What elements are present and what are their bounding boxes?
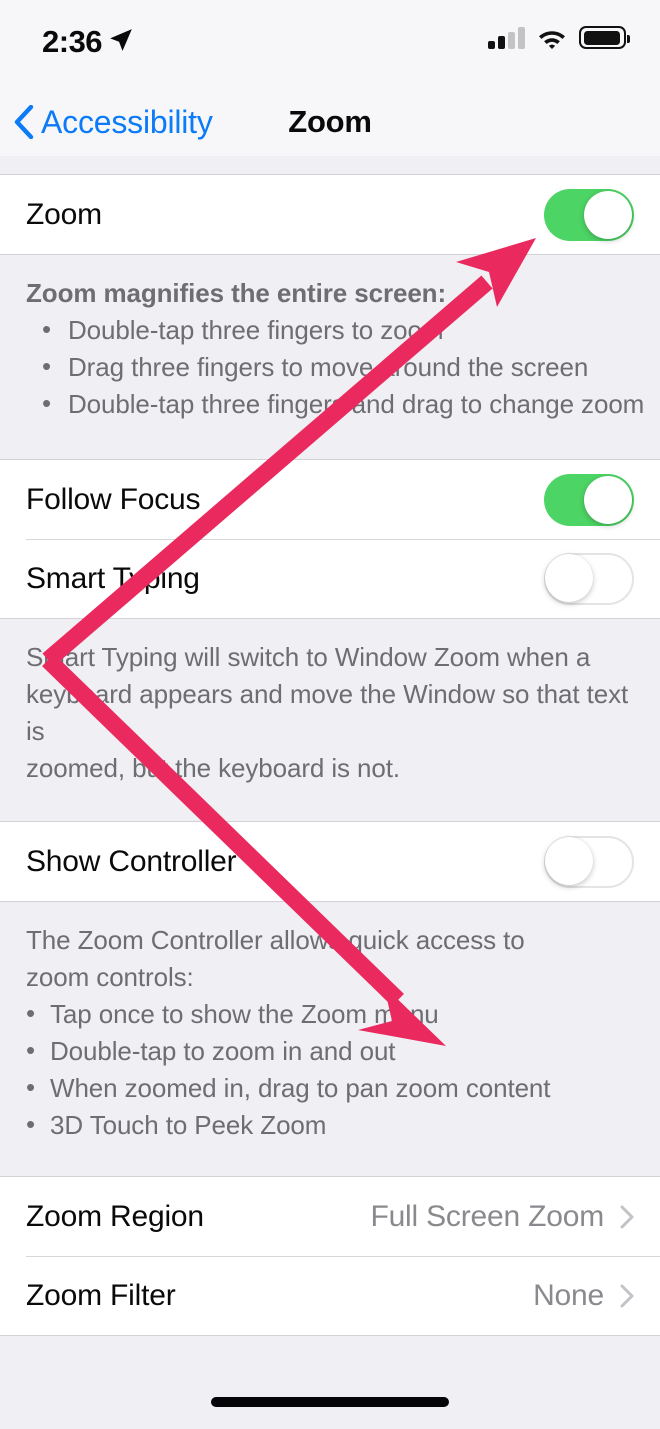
status-bar-indicators — [488, 26, 630, 49]
zoom-group: Zoom — [0, 174, 660, 255]
battery-icon — [579, 26, 630, 49]
chevron-right-icon — [620, 1284, 634, 1307]
controller-group: Show Controller — [0, 821, 660, 902]
location-arrow-icon — [110, 29, 132, 51]
footer-line: zoomed, but the keyboard is not. — [26, 753, 401, 783]
row-zoom[interactable]: Zoom — [0, 175, 660, 254]
home-indicator[interactable] — [211, 1397, 449, 1407]
row-smart-typing-label: Smart Typing — [26, 561, 200, 595]
page-title: Zoom — [288, 104, 372, 139]
list-item: Drag three fingers to move around the sc… — [26, 348, 634, 386]
show-controller-toggle[interactable] — [544, 835, 634, 888]
home-indicator-area — [0, 1361, 660, 1429]
toggle-knob — [545, 836, 593, 885]
list-item: Double-tap three fingers and drag to cha… — [26, 385, 644, 423]
list-item: When zoomed in, drag to pan zoom content — [26, 1069, 634, 1107]
row-zoom-region-value: Full Screen Zoom — [370, 1199, 604, 1233]
toggle-knob — [545, 553, 593, 602]
footer-line: zoom controls: — [26, 962, 194, 992]
group-gap — [0, 445, 660, 459]
row-zoom-filter[interactable]: Zoom Filter None — [0, 1256, 660, 1335]
toggle-knob — [584, 190, 632, 239]
zoom-footer: Zoom magnifies the entire screen: Double… — [0, 255, 660, 445]
settings-content: Zoom Zoom magnifies the entire screen: D… — [0, 156, 660, 1429]
group-gap — [0, 809, 660, 821]
smart-typing-footer: Smart Typing will switch to Window Zoom … — [0, 619, 660, 809]
focus-group: Follow Focus Smart Typing — [0, 459, 660, 619]
row-follow-focus[interactable]: Follow Focus — [0, 460, 660, 539]
list-item: 3D Touch to Peek Zoom — [26, 1106, 634, 1144]
chevron-right-icon — [620, 1205, 634, 1228]
follow-focus-toggle[interactable] — [544, 473, 634, 526]
iphone-screen: 2:36 Accessibility Zoom Zoom Zoom magnif… — [0, 0, 660, 1429]
zoom-toggle[interactable] — [544, 188, 634, 241]
row-show-controller[interactable]: Show Controller — [0, 822, 660, 901]
row-zoom-region-label: Zoom Region — [26, 1199, 204, 1233]
zoom-footer-lead: Zoom magnifies the entire screen: — [26, 278, 447, 308]
row-follow-focus-label: Follow Focus — [26, 482, 201, 516]
footer-line: Smart Typing will switch to Window Zoom … — [26, 642, 591, 672]
row-zoom-filter-value: None — [533, 1278, 604, 1312]
navigation-bar: Accessibility Zoom — [0, 88, 660, 156]
cellular-signal-icon — [488, 26, 525, 49]
row-show-controller-label: Show Controller — [26, 844, 237, 878]
list-item: Tap once to show the Zoom menu — [26, 995, 634, 1033]
status-bar-time: 2:36 — [42, 24, 103, 59]
wifi-icon — [539, 30, 565, 49]
group-gap — [0, 1166, 660, 1176]
row-zoom-filter-label: Zoom Filter — [26, 1278, 176, 1312]
toggle-knob — [584, 475, 632, 524]
controller-footer: The Zoom Controller allows quick access … — [0, 902, 660, 1166]
zoom-footer-bullets: Double-tap three fingers to zoom Drag th… — [26, 311, 644, 423]
controller-footer-bullets: Tap once to show the Zoom menu Double-ta… — [26, 995, 634, 1144]
smart-typing-toggle[interactable] — [544, 552, 634, 605]
footer-line: keyboard appears and move the Window so … — [26, 679, 629, 746]
footer-line: The Zoom Controller allows quick access … — [26, 925, 525, 955]
row-zoom-label: Zoom — [26, 197, 102, 231]
row-smart-typing[interactable]: Smart Typing — [0, 539, 660, 618]
list-item: Double-tap three fingers to zoom — [26, 311, 634, 349]
list-item: Double-tap to zoom in and out — [26, 1032, 634, 1070]
group-gap — [0, 156, 660, 174]
status-bar: 2:36 — [0, 0, 660, 88]
zoom-options-group: Zoom Region Full Screen Zoom Zoom Filter… — [0, 1176, 660, 1336]
row-zoom-region[interactable]: Zoom Region Full Screen Zoom — [0, 1177, 660, 1256]
